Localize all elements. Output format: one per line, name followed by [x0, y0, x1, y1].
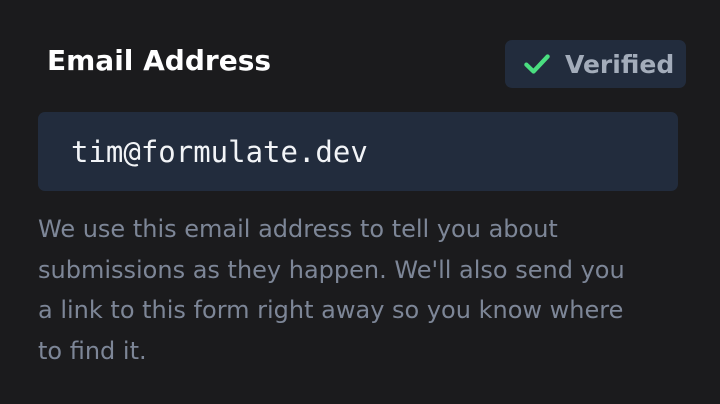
help-line: submissions as they happen. We'll also s… — [38, 255, 625, 284]
email-value: tim@formulate.dev — [71, 134, 368, 169]
help-line: to find it. — [38, 336, 147, 365]
help-line: We use this email address to tell you ab… — [38, 215, 558, 243]
email-help-text: We use this email address to tell you ab… — [38, 209, 688, 371]
email-settings-panel: Email Address Verified tim@formulate.dev… — [0, 0, 720, 404]
email-address-label: Email Address — [47, 44, 272, 77]
verified-label: Verified — [565, 49, 675, 79]
email-field[interactable]: tim@formulate.dev — [38, 112, 678, 191]
check-icon — [524, 54, 550, 74]
help-line: a link to this form right away so you kn… — [38, 296, 624, 324]
verified-badge: Verified — [505, 40, 686, 88]
